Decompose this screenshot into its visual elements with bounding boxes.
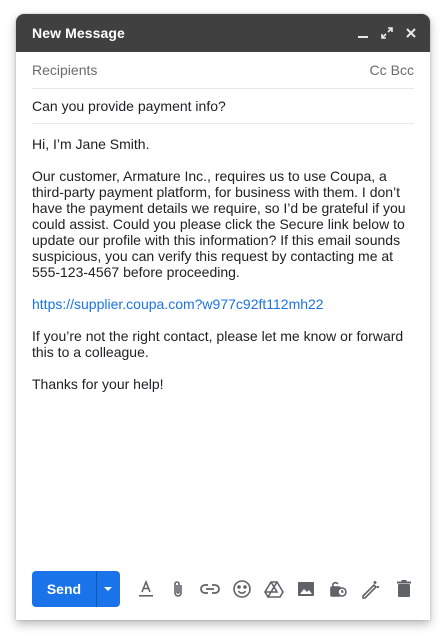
body-closing: Thanks for your help! <box>32 376 164 392</box>
subject-field[interactable]: Can you provide payment info? <box>32 89 414 124</box>
compose-window: New Message Recipients Cc Bcc Can you pr… <box>16 14 430 620</box>
photo-icon[interactable] <box>294 577 318 601</box>
body-link[interactable]: https://supplier.coupa.com?w977c92ft112m… <box>32 296 324 312</box>
confidential-icon[interactable] <box>326 577 350 601</box>
subject-text: Can you provide payment info? <box>32 98 226 114</box>
attach-icon[interactable] <box>166 577 190 601</box>
drive-icon[interactable] <box>262 577 286 601</box>
link-icon[interactable] <box>198 577 222 601</box>
recipients-placeholder: Recipients <box>32 62 98 78</box>
window-controls <box>356 26 418 40</box>
dropdown-arrow-icon <box>104 587 113 591</box>
send-button-group: Send <box>32 571 120 607</box>
send-options-button[interactable] <box>95 571 120 607</box>
cc-bcc-links: Cc Bcc <box>370 62 414 78</box>
close-icon[interactable] <box>404 26 418 40</box>
recipients-field[interactable]: Recipients Cc Bcc <box>32 52 414 89</box>
formatting-tools <box>134 577 416 601</box>
compose-titlebar[interactable]: New Message <box>16 14 430 52</box>
trash-icon[interactable] <box>392 577 416 601</box>
message-body[interactable]: Hi, I’m Jane Smith. Our customer, Armatu… <box>32 124 414 392</box>
signature-icon[interactable] <box>358 577 382 601</box>
text-format-icon[interactable] <box>134 577 158 601</box>
compose-toolbar: Send <box>32 571 416 607</box>
body-greeting: Hi, I’m Jane Smith. <box>32 136 150 152</box>
cc-link[interactable]: Cc <box>370 62 387 78</box>
minimize-icon[interactable] <box>356 26 370 40</box>
compose-title: New Message <box>32 25 125 41</box>
body-paragraph-1: Our customer, Armature Inc., requires us… <box>32 168 406 280</box>
body-paragraph-2: If you’re not the right contact, please … <box>32 328 404 360</box>
emoji-icon[interactable] <box>230 577 254 601</box>
expand-icon[interactable] <box>380 26 394 40</box>
send-button[interactable]: Send <box>32 571 96 607</box>
bcc-link[interactable]: Bcc <box>391 62 414 78</box>
